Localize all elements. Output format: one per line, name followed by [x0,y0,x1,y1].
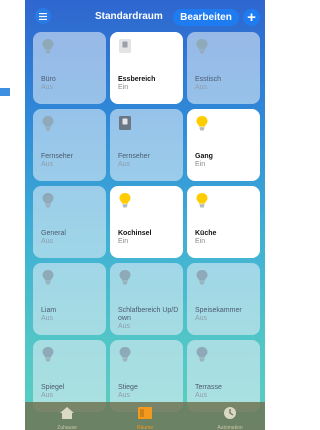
rooms-icon [138,406,152,424]
accessory-tile[interactable]: Büro Aus [33,32,106,104]
light-bulb-icon [41,346,55,362]
accessory-name: Schlafbereich Up/Down Aus [118,307,180,331]
accessory-state: Ein [195,238,206,245]
accessory-name-text: Essbereich [118,76,156,83]
light-bulb-icon [118,192,132,208]
light-bulb-icon [195,269,209,285]
accessory-tile[interactable]: Kochinsel Ein [110,186,183,258]
tab-automation[interactable]: Automation [200,406,260,430]
accessory-name: Spiegel Aus [41,384,103,400]
accessory-tile[interactable]: General Aus [33,186,106,258]
accessory-name: Büro Aus [41,76,103,92]
light-bulb-icon [118,269,132,285]
accessory-name: General Aus [41,230,103,246]
accessory-state: Aus [41,392,54,399]
accessory-name: Fernseher Aus [41,153,103,169]
left-accent-bar [0,88,10,96]
accessory-tile[interactable]: Schlafbereich Up/Down Aus [110,263,183,335]
accessory-name: Terrasse Aus [195,384,257,400]
page-title: Standardraum [95,11,163,22]
accessory-state: Aus [41,84,54,91]
accessory-name-text: Küche [195,230,217,237]
light-bulb-icon [41,115,55,131]
light-bulb-icon [118,346,132,362]
accessory-state: Aus [41,161,54,168]
accessory-state: Aus [118,392,131,399]
accessory-name: Esstisch Aus [195,76,257,92]
accessory-name: Essbereich Ein [118,76,180,92]
accessory-name: Kochinsel Ein [118,230,180,246]
tab-house[interactable]: Zuhause [37,406,97,430]
accessory-state: Aus [41,238,54,245]
tab-label: Räume [136,425,154,430]
home-app-screen: Standardraum Bearbeiten + Büro Aus Essbere… [25,0,265,430]
accessory-name-text: Fernseher [118,153,150,160]
accessory-state: Aus [118,323,131,330]
accessory-name: Stiege Aus [118,384,180,400]
tab-rooms[interactable]: Räume [115,406,175,430]
accessory-name: Küche Ein [195,230,257,246]
accessory-name-text: Schlafbereich Up/Down [118,307,179,322]
accessory-name-text: Kochinsel [118,230,152,237]
accessory-state: Aus [41,315,54,322]
accessory-name-text: Stiege [118,384,138,391]
accessory-tile[interactable]: Esstisch Aus [187,32,260,104]
accessory-state: Aus [195,84,208,91]
light-bulb-icon [41,269,55,285]
accessory-tile[interactable]: Gang Ein [187,109,260,181]
accessory-state: Ein [195,161,206,168]
light-bulb-icon [41,38,55,54]
accessory-name-text: Speisekammer [195,307,242,314]
accessory-tile[interactable]: Speisekammer Aus [187,263,260,335]
accessory-state: Aus [195,392,208,399]
accessory-name: Gang Ein [195,153,257,169]
accessory-name: Fernseher Aus [118,153,180,169]
tab-label: Automation [217,425,243,430]
accessory-name-text: Gang [195,153,213,160]
accessory-state: Aus [195,315,208,322]
light-bulb-icon [195,115,209,131]
light-bulb-icon [195,192,209,208]
tab-bar: Zuhause Räume Automation [25,402,265,430]
accessory-grid: Büro Aus Essbereich Ein Esstisch Aus Fernseher… [33,32,265,412]
edit-button[interactable]: Bearbeiten [173,9,239,26]
accessory-name: Speisekammer Aus [195,307,257,323]
accessory-name-text: Liam [41,307,57,314]
accessory-name-text: Fernseher [41,153,73,160]
accessory-name-text: Spiegel [41,384,65,391]
header: Standardraum Bearbeiten + [25,0,265,30]
light-bulb-icon [195,346,209,362]
accessory-state: Ein [118,84,129,91]
accessory-state: Ein [118,238,129,245]
light-bulb-icon [41,192,55,208]
automation-icon [223,406,237,424]
accessory-name: Liam Aus [41,307,103,323]
accessory-tile[interactable]: Fernseher Aus [110,109,183,181]
accessory-name-text: Esstisch [195,76,222,83]
switch-icon [118,115,132,131]
switch-icon [118,38,132,54]
accessory-tile[interactable]: Fernseher Aus [33,109,106,181]
accessory-tile[interactable]: Küche Ein [187,186,260,258]
accessory-state: Aus [118,161,131,168]
house-icon [60,406,74,424]
light-bulb-icon [195,38,209,54]
accessory-tile[interactable]: Essbereich Ein [110,32,183,104]
list-icon [39,12,47,20]
accessory-name-text: Büro [41,76,56,83]
tab-label: Zuhause [57,425,77,430]
add-button[interactable]: + [243,9,260,26]
accessory-name-text: Terrasse [195,384,222,391]
menu-button[interactable] [35,8,51,24]
accessory-name-text: General [41,230,66,237]
accessory-tile[interactable]: Liam Aus [33,263,106,335]
